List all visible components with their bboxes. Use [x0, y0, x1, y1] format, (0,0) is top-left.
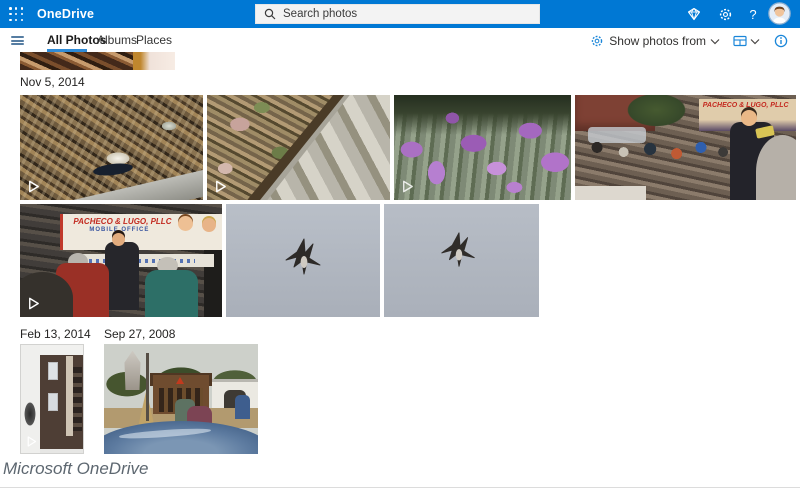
photo-thumbnail-partial[interactable] [20, 52, 175, 70]
photo-thumbnail-street-fair[interactable]: PACHECO & LUGO, PLLC [575, 95, 796, 200]
chevron-down-icon[interactable] [750, 38, 760, 45]
figure-caption: Microsoft OneDrive [3, 459, 148, 479]
bird-silhouette [436, 230, 482, 272]
onedrive-photos-page: OneDrive ? [0, 0, 800, 492]
search-input[interactable] [283, 8, 513, 20]
show-photos-from-label[interactable]: Show photos from [609, 34, 706, 48]
photo-thumbnail-video-leaves[interactable] [20, 95, 203, 200]
app-title[interactable]: OneDrive [37, 7, 94, 21]
help-icon[interactable]: ? [744, 6, 762, 22]
divider [0, 487, 800, 488]
video-play-icon [400, 179, 415, 194]
video-play-icon [25, 435, 38, 448]
tab-places[interactable]: Places [136, 33, 172, 47]
settings-gear-icon[interactable] [716, 6, 734, 22]
photo-thumbnail-video-snow-house[interactable] [20, 344, 84, 454]
tab-albums[interactable]: Albums [97, 33, 137, 47]
banner-text: PACHECO & LUGO, PLLC [73, 217, 222, 226]
layout-grid-icon[interactable] [733, 35, 747, 47]
premium-diamond-icon[interactable] [685, 6, 703, 22]
video-play-icon [26, 179, 41, 194]
photo-thumbnail-fall-fair[interactable] [104, 344, 258, 454]
photo-thumbnail-video-flowers[interactable] [394, 95, 571, 200]
date-group-header: Sep 27, 2008 [104, 327, 175, 341]
photo-thumbnail-osprey-2[interactable] [384, 204, 539, 317]
video-play-icon [213, 179, 228, 194]
photo-thumbnail-osprey-1[interactable] [226, 204, 380, 317]
date-group-header: Nov 5, 2014 [20, 75, 85, 89]
date-group-header: Feb 13, 2014 [20, 327, 91, 341]
photo-thumbnail-video-banner-crowd[interactable]: PACHECO & LUGO, PLLC MOBILE OFFICE [20, 204, 222, 317]
photo-thumbnail-video-sidewalk[interactable] [207, 95, 390, 200]
filter-gear-icon[interactable] [590, 34, 604, 48]
search-box[interactable] [255, 4, 540, 24]
avatar[interactable] [768, 2, 791, 25]
app-header: OneDrive ? [0, 0, 800, 28]
chevron-down-icon[interactable] [710, 38, 720, 45]
banner-text: PACHECO & LUGO, PLLC [703, 102, 796, 109]
search-icon [264, 8, 276, 20]
photos-toolbar: All Photos Albums Places Show photos fro… [0, 28, 800, 52]
hamburger-menu-icon[interactable] [11, 36, 24, 45]
bird-silhouette [280, 236, 328, 280]
app-launcher-icon[interactable] [9, 7, 24, 22]
video-play-icon [26, 296, 41, 311]
info-icon[interactable] [774, 34, 788, 48]
